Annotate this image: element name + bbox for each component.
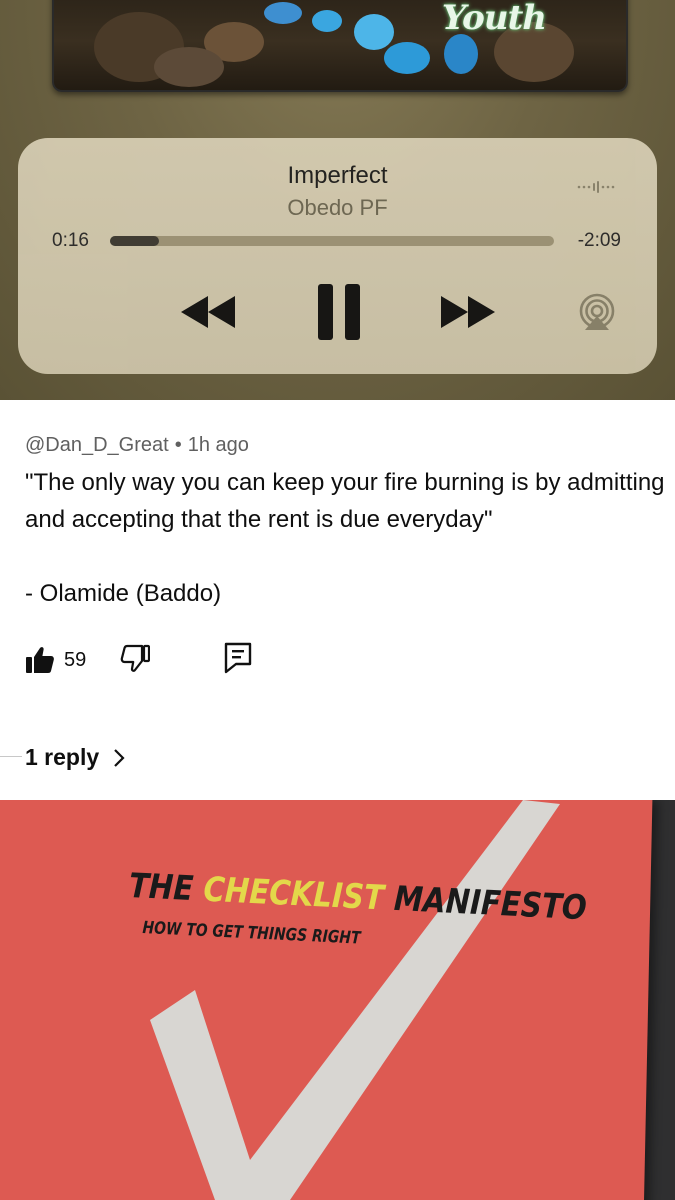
thumbs-down-icon: [120, 644, 151, 672]
album-art[interactable]: Youth: [52, 0, 628, 92]
comment-body: "The only way you can keep your fire bur…: [25, 464, 665, 612]
remaining-time: -2:09: [577, 230, 621, 251]
comment-author[interactable]: @Dan_D_Great: [25, 434, 169, 456]
book-photo: THE CHECKLIST MANIFESTO HOW TO GET THING…: [0, 800, 675, 1200]
reply-button[interactable]: [224, 642, 252, 679]
rewind-button[interactable]: [168, 280, 248, 344]
view-replies-button[interactable]: 1 reply: [25, 744, 125, 771]
airplay-button[interactable]: [571, 280, 623, 344]
airplay-icon: [579, 293, 615, 330]
book-title-part1: THE: [128, 866, 205, 910]
waveform-icon: [577, 181, 615, 193]
thread-line: [0, 756, 22, 757]
comment-time: 1h ago: [187, 434, 249, 456]
elapsed-time: 0:16: [52, 230, 89, 251]
meta-separator: •: [174, 434, 182, 456]
track-title[interactable]: Imperfect: [18, 162, 657, 190]
fast-forward-button[interactable]: [428, 280, 508, 344]
fast-forward-icon: [441, 296, 495, 328]
comment-signature: - Olamide (Baddo): [25, 580, 222, 607]
chevron-right-icon: [114, 748, 125, 767]
like-count: 59: [64, 648, 87, 671]
album-art-title: Youth: [441, 0, 547, 38]
pause-button[interactable]: [307, 280, 371, 344]
track-artist[interactable]: Obedo PF: [18, 195, 657, 221]
replies-label: 1 reply: [25, 744, 100, 770]
progress-scrubber[interactable]: [110, 236, 554, 246]
media-player-card: Imperfect Obedo PF 0:16 -2:09: [18, 138, 657, 374]
checkmark-graphic: [150, 800, 560, 1200]
comment-icon: [225, 642, 252, 673]
progress-fill: [110, 236, 159, 246]
comment-text: "The only way you can keep your fire bur…: [25, 469, 665, 533]
pause-icon: [318, 284, 360, 340]
comment-actions: 59: [25, 640, 252, 680]
rewind-icon: [181, 296, 235, 328]
like-button[interactable]: 59: [25, 645, 86, 675]
dislike-button[interactable]: [120, 643, 151, 678]
now-playing-background: Youth Imperfect Obedo PF 0:16 -2:09: [0, 0, 675, 400]
comment-meta: @Dan_D_Great • 1h ago: [25, 434, 249, 457]
comment-thread: @Dan_D_Great • 1h ago "The only way you ca…: [0, 400, 675, 800]
thumbs-up-icon: [26, 647, 54, 673]
